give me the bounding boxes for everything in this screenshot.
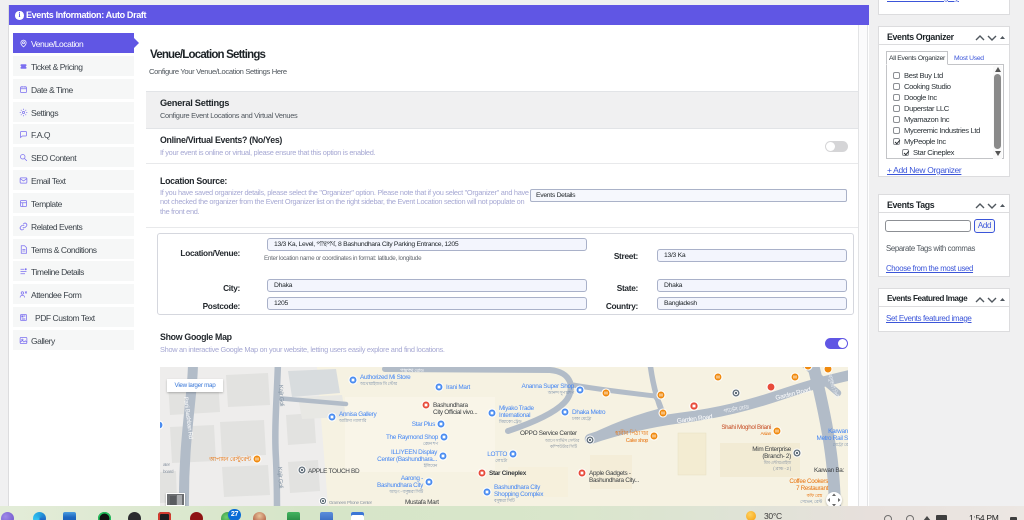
svg-text:সেভেন, রেস্ট: সেভেন, রেস্ট: [800, 498, 823, 504]
svg-text:Annisa Gallery: Annisa Gallery: [339, 411, 377, 418]
svg-text:Karwan: Karwan: [828, 428, 848, 435]
svg-text:বসুন্ধরা সিটি: বসুন্ধরা সিটি: [493, 497, 515, 503]
svg-text:Irani Mart: Irani Mart: [446, 384, 471, 391]
svg-text:Bashundhara City...: Bashundhara City...: [589, 477, 639, 484]
svg-text:আন্নিসা গ্যালারি: আন্নিসা গ্যালারি: [338, 418, 367, 423]
svg-text:Shopping Complex: Shopping Complex: [494, 491, 544, 498]
svg-text:Star Cineplex: Star Cineplex: [489, 470, 527, 477]
svg-text:Ananna Super Shop: Ananna Super Shop: [522, 383, 575, 390]
svg-text:Karwan Ba:: Karwan Ba:: [814, 467, 845, 474]
svg-text:Asian: Asian: [761, 431, 772, 437]
svg-text:মিম এন্টারপ্রাইজ: মিম এন্টারপ্রাইজ: [763, 459, 792, 465]
svg-text:Center (Bashundhara...: Center (Bashundhara...: [377, 456, 437, 463]
svg-text:Bashundhara: Bashundhara: [433, 402, 468, 409]
svg-text:মেট্রো রে: মেট্রো রে: [833, 441, 848, 447]
svg-text:হাবীব পিঠা ঘর: হাবীব পিঠা ঘর: [614, 429, 649, 437]
svg-text:City Official vivo...: City Official vivo...: [433, 409, 478, 416]
svg-text:( ব্রাঞ্চ - 2 ): ( ব্রাঞ্চ - 2 ): [773, 466, 792, 471]
svg-text:International: International: [499, 412, 530, 419]
svg-text:কফি রেস্ত: কফি রেস্ত: [806, 493, 823, 498]
svg-text:ইলিয়েন: ইলিয়েন: [423, 463, 439, 468]
svg-text:লোটো: লোটো: [495, 457, 508, 463]
svg-text:আড়ং - বসুন্ধরা সিটি: আড়ং - বসুন্ধরা সিটি: [388, 488, 423, 494]
svg-text:Star Plus: Star Plus: [412, 421, 435, 428]
svg-text:Apple Gadgets -: Apple Gadgets -: [589, 470, 631, 477]
svg-text:(Branch- 2): (Branch- 2): [762, 453, 791, 460]
svg-text:Mustafa Mart: Mustafa Mart: [405, 499, 439, 506]
svg-text:ILLIYEEN Display: ILLIYEEN Display: [391, 449, 438, 456]
svg-text:কম্পিউটার সিটি: কম্পিউটার সিটি: [549, 443, 578, 449]
svg-text:আনন্দ সুপারশপ: আনন্দ সুপারশপ: [547, 390, 575, 395]
svg-text:ঢাকা মেট্রো: ঢাকা মেট্রো: [571, 415, 592, 421]
svg-text:Bashundhara City: Bashundhara City: [377, 482, 424, 489]
svg-text:আগে সার্ভিস সেন্টার: আগে সার্ভিস সেন্টার: [544, 437, 580, 443]
svg-text:The Raymond Shop: The Raymond Shop: [386, 434, 439, 441]
svg-text:Miyako Trade: Miyako Trade: [499, 405, 535, 412]
svg-text:Kajir Goli: Kajir Goli: [276, 467, 283, 489]
svg-text:board: board: [163, 469, 174, 474]
svg-text:Bashundhara City: Bashundhara City: [494, 484, 541, 491]
svg-text:আপায়ন রেস্টুরেন্ট: আপায়ন রেস্টুরেন্ট: [208, 455, 251, 463]
svg-text:অথোরাইজড মি স্টোর: অথোরাইজড মি স্টোর: [359, 380, 398, 386]
svg-text:Coffee Cookers: Coffee Cookers: [789, 478, 828, 485]
svg-text:Shahi Moghol Briani: Shahi Moghol Briani: [721, 424, 771, 431]
svg-text:APPLE TOUCH BD: APPLE TOUCH BD: [308, 468, 360, 475]
svg-text:Dhaka Metro: Dhaka Metro: [572, 409, 606, 416]
svg-text:Mim Enterprise: Mim Enterprise: [752, 446, 792, 453]
svg-text:Grameen Phone Center: Grameen Phone Center: [329, 500, 373, 505]
svg-text:OPPO Service Center: OPPO Service Center: [520, 430, 578, 437]
svg-text:Kajir Goli: Kajir Goli: [277, 385, 284, 407]
svg-text:মিয়াকো ট্রেড: মিয়াকো ট্রেড: [498, 418, 522, 424]
svg-text:Metro Rail S: Metro Rail S: [816, 435, 848, 442]
svg-text:রেমন শপ: রেমন শপ: [423, 441, 439, 446]
svg-text:LOTTO: LOTTO: [487, 451, 507, 458]
svg-text:Cake shop: Cake shop: [626, 438, 649, 444]
svg-text:Authorized Mi Store: Authorized Mi Store: [360, 374, 411, 381]
svg-text:7 Restaurant: 7 Restaurant: [796, 485, 828, 492]
svg-text:Aarong -: Aarong -: [401, 475, 423, 482]
svg-text:ater: ater: [163, 462, 170, 467]
